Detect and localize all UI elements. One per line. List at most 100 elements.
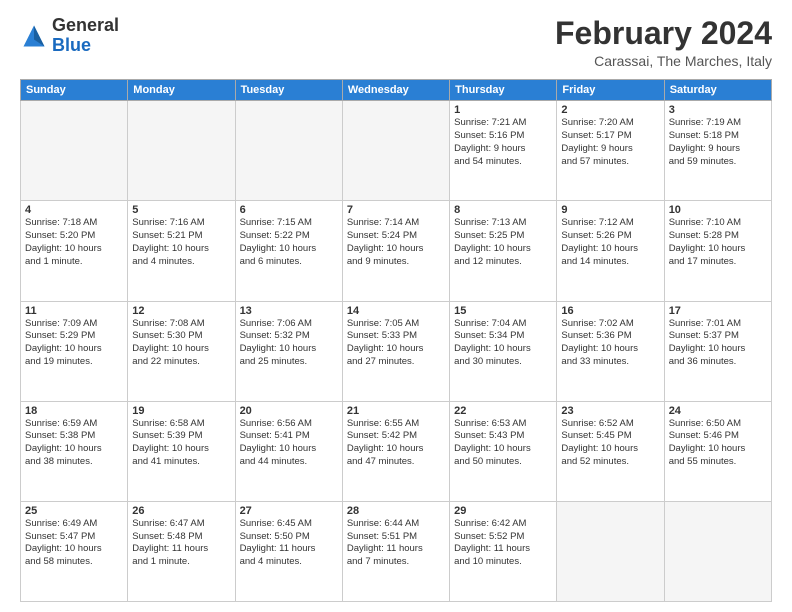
calendar-cell <box>342 101 449 201</box>
calendar-cell: 13Sunrise: 7:06 AMSunset: 5:32 PMDayligh… <box>235 301 342 401</box>
calendar-week-2: 11Sunrise: 7:09 AMSunset: 5:29 PMDayligh… <box>21 301 772 401</box>
day-info: Sunrise: 7:19 AMSunset: 5:18 PMDaylight:… <box>669 117 767 168</box>
calendar-table: SundayMondayTuesdayWednesdayThursdayFrid… <box>20 79 772 602</box>
day-number: 4 <box>25 204 123 216</box>
day-info: Sunrise: 7:21 AMSunset: 5:16 PMDaylight:… <box>454 117 552 168</box>
logo-general: General <box>52 15 119 35</box>
day-number: 7 <box>347 204 445 216</box>
calendar-cell: 18Sunrise: 6:59 AMSunset: 5:38 PMDayligh… <box>21 401 128 501</box>
calendar-cell: 28Sunrise: 6:44 AMSunset: 5:51 PMDayligh… <box>342 501 449 601</box>
day-info: Sunrise: 6:45 AMSunset: 5:50 PMDaylight:… <box>240 518 338 569</box>
day-info: Sunrise: 7:08 AMSunset: 5:30 PMDaylight:… <box>132 318 230 369</box>
header: General Blue February 2024 Carassai, The… <box>20 16 772 69</box>
calendar-cell: 15Sunrise: 7:04 AMSunset: 5:34 PMDayligh… <box>450 301 557 401</box>
calendar-cell <box>557 501 664 601</box>
day-number: 26 <box>132 505 230 517</box>
day-info: Sunrise: 6:56 AMSunset: 5:41 PMDaylight:… <box>240 418 338 469</box>
day-number: 3 <box>669 104 767 116</box>
col-header-tuesday: Tuesday <box>235 80 342 101</box>
calendar-header-row: SundayMondayTuesdayWednesdayThursdayFrid… <box>21 80 772 101</box>
day-info: Sunrise: 6:47 AMSunset: 5:48 PMDaylight:… <box>132 518 230 569</box>
day-number: 11 <box>25 305 123 317</box>
day-info: Sunrise: 6:52 AMSunset: 5:45 PMDaylight:… <box>561 418 659 469</box>
calendar-cell: 25Sunrise: 6:49 AMSunset: 5:47 PMDayligh… <box>21 501 128 601</box>
day-number: 8 <box>454 204 552 216</box>
day-info: Sunrise: 7:09 AMSunset: 5:29 PMDaylight:… <box>25 318 123 369</box>
day-number: 29 <box>454 505 552 517</box>
calendar-cell <box>664 501 771 601</box>
day-number: 13 <box>240 305 338 317</box>
day-info: Sunrise: 6:42 AMSunset: 5:52 PMDaylight:… <box>454 518 552 569</box>
calendar-cell: 11Sunrise: 7:09 AMSunset: 5:29 PMDayligh… <box>21 301 128 401</box>
calendar-cell: 9Sunrise: 7:12 AMSunset: 5:26 PMDaylight… <box>557 201 664 301</box>
day-number: 28 <box>347 505 445 517</box>
day-info: Sunrise: 7:05 AMSunset: 5:33 PMDaylight:… <box>347 318 445 369</box>
day-info: Sunrise: 6:58 AMSunset: 5:39 PMDaylight:… <box>132 418 230 469</box>
calendar-cell: 22Sunrise: 6:53 AMSunset: 5:43 PMDayligh… <box>450 401 557 501</box>
logo: General Blue <box>20 16 119 56</box>
logo-icon <box>20 22 48 50</box>
calendar-cell: 27Sunrise: 6:45 AMSunset: 5:50 PMDayligh… <box>235 501 342 601</box>
day-number: 21 <box>347 405 445 417</box>
day-info: Sunrise: 6:55 AMSunset: 5:42 PMDaylight:… <box>347 418 445 469</box>
day-number: 10 <box>669 204 767 216</box>
calendar-cell: 19Sunrise: 6:58 AMSunset: 5:39 PMDayligh… <box>128 401 235 501</box>
calendar-week-0: 1Sunrise: 7:21 AMSunset: 5:16 PMDaylight… <box>21 101 772 201</box>
day-number: 5 <box>132 204 230 216</box>
calendar-week-3: 18Sunrise: 6:59 AMSunset: 5:38 PMDayligh… <box>21 401 772 501</box>
calendar-cell: 20Sunrise: 6:56 AMSunset: 5:41 PMDayligh… <box>235 401 342 501</box>
day-number: 15 <box>454 305 552 317</box>
logo-text: General Blue <box>52 16 119 56</box>
calendar-week-4: 25Sunrise: 6:49 AMSunset: 5:47 PMDayligh… <box>21 501 772 601</box>
calendar-cell: 4Sunrise: 7:18 AMSunset: 5:20 PMDaylight… <box>21 201 128 301</box>
location-subtitle: Carassai, The Marches, Italy <box>555 53 772 69</box>
day-number: 20 <box>240 405 338 417</box>
calendar-cell: 12Sunrise: 7:08 AMSunset: 5:30 PMDayligh… <box>128 301 235 401</box>
day-number: 27 <box>240 505 338 517</box>
day-info: Sunrise: 7:15 AMSunset: 5:22 PMDaylight:… <box>240 217 338 268</box>
day-info: Sunrise: 7:18 AMSunset: 5:20 PMDaylight:… <box>25 217 123 268</box>
day-number: 17 <box>669 305 767 317</box>
day-info: Sunrise: 6:53 AMSunset: 5:43 PMDaylight:… <box>454 418 552 469</box>
calendar-week-1: 4Sunrise: 7:18 AMSunset: 5:20 PMDaylight… <box>21 201 772 301</box>
day-info: Sunrise: 7:16 AMSunset: 5:21 PMDaylight:… <box>132 217 230 268</box>
col-header-thursday: Thursday <box>450 80 557 101</box>
day-number: 2 <box>561 104 659 116</box>
day-number: 6 <box>240 204 338 216</box>
day-number: 14 <box>347 305 445 317</box>
col-header-wednesday: Wednesday <box>342 80 449 101</box>
page: General Blue February 2024 Carassai, The… <box>0 0 792 612</box>
calendar-cell: 8Sunrise: 7:13 AMSunset: 5:25 PMDaylight… <box>450 201 557 301</box>
day-info: Sunrise: 6:49 AMSunset: 5:47 PMDaylight:… <box>25 518 123 569</box>
day-info: Sunrise: 7:12 AMSunset: 5:26 PMDaylight:… <box>561 217 659 268</box>
calendar-cell <box>21 101 128 201</box>
calendar-cell: 29Sunrise: 6:42 AMSunset: 5:52 PMDayligh… <box>450 501 557 601</box>
day-info: Sunrise: 7:06 AMSunset: 5:32 PMDaylight:… <box>240 318 338 369</box>
month-title: February 2024 <box>555 16 772 51</box>
calendar-cell: 21Sunrise: 6:55 AMSunset: 5:42 PMDayligh… <box>342 401 449 501</box>
calendar-cell: 3Sunrise: 7:19 AMSunset: 5:18 PMDaylight… <box>664 101 771 201</box>
day-number: 19 <box>132 405 230 417</box>
calendar-cell: 26Sunrise: 6:47 AMSunset: 5:48 PMDayligh… <box>128 501 235 601</box>
title-area: February 2024 Carassai, The Marches, Ita… <box>555 16 772 69</box>
day-number: 12 <box>132 305 230 317</box>
calendar-cell: 17Sunrise: 7:01 AMSunset: 5:37 PMDayligh… <box>664 301 771 401</box>
day-info: Sunrise: 6:59 AMSunset: 5:38 PMDaylight:… <box>25 418 123 469</box>
calendar-cell: 10Sunrise: 7:10 AMSunset: 5:28 PMDayligh… <box>664 201 771 301</box>
day-number: 16 <box>561 305 659 317</box>
calendar-cell: 16Sunrise: 7:02 AMSunset: 5:36 PMDayligh… <box>557 301 664 401</box>
calendar-cell: 2Sunrise: 7:20 AMSunset: 5:17 PMDaylight… <box>557 101 664 201</box>
day-number: 22 <box>454 405 552 417</box>
day-info: Sunrise: 7:02 AMSunset: 5:36 PMDaylight:… <box>561 318 659 369</box>
day-number: 9 <box>561 204 659 216</box>
day-number: 25 <box>25 505 123 517</box>
day-info: Sunrise: 7:20 AMSunset: 5:17 PMDaylight:… <box>561 117 659 168</box>
calendar-cell: 6Sunrise: 7:15 AMSunset: 5:22 PMDaylight… <box>235 201 342 301</box>
col-header-monday: Monday <box>128 80 235 101</box>
day-info: Sunrise: 7:10 AMSunset: 5:28 PMDaylight:… <box>669 217 767 268</box>
calendar-cell: 7Sunrise: 7:14 AMSunset: 5:24 PMDaylight… <box>342 201 449 301</box>
day-info: Sunrise: 7:04 AMSunset: 5:34 PMDaylight:… <box>454 318 552 369</box>
calendar-cell <box>235 101 342 201</box>
day-info: Sunrise: 6:50 AMSunset: 5:46 PMDaylight:… <box>669 418 767 469</box>
logo-blue: Blue <box>52 35 91 55</box>
